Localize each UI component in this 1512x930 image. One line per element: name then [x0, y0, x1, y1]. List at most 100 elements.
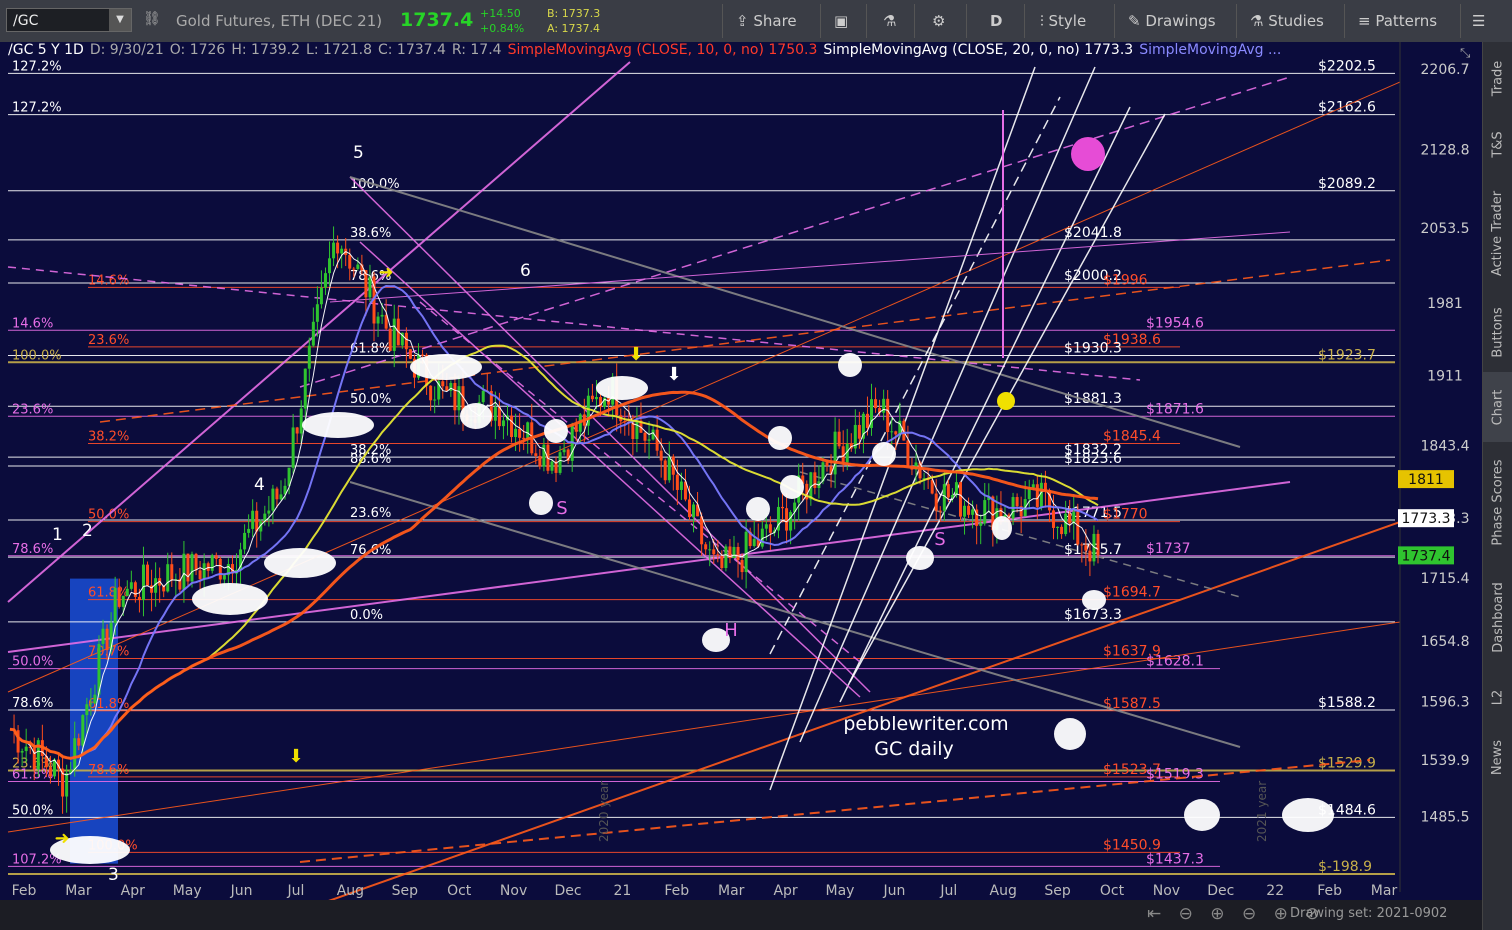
gear-icon[interactable]: ⚙	[932, 12, 945, 30]
pattern-oval	[192, 583, 268, 615]
candle-body	[518, 428, 522, 438]
symbol-text: /GC	[13, 13, 39, 29]
candle-body	[1088, 550, 1092, 562]
candle-body	[890, 431, 894, 433]
pattern-oval	[460, 403, 492, 429]
candle-body	[667, 456, 671, 481]
fib-percent-label: 50.0%	[12, 655, 53, 670]
x-tick-label: Feb	[664, 883, 689, 899]
tab-news[interactable]: News	[1483, 722, 1512, 792]
candle-body	[194, 553, 198, 571]
tab-active-trader[interactable]: Active Trader	[1483, 174, 1512, 292]
candle-body	[275, 488, 279, 500]
fib-percent-label: 23.6%	[12, 402, 53, 417]
symbol-input[interactable]: /GC ▼	[6, 8, 132, 32]
period-button[interactable]: D	[990, 12, 1002, 30]
legend-sma20: SimpleMovingAvg (CLOSE, 20, 0, no) 1773.…	[823, 42, 1134, 58]
fib-level-label: $2162.6	[1318, 100, 1376, 116]
candle-body	[938, 510, 942, 512]
candle-body	[942, 484, 946, 511]
fib-level-label: $1770	[1103, 507, 1148, 523]
candle-body	[210, 555, 214, 571]
pattern-label: S	[556, 498, 567, 519]
candles-icon: ⫶	[1040, 12, 1049, 30]
candle-body	[716, 554, 720, 556]
tab-dashboard[interactable]: Dashboard	[1483, 562, 1512, 672]
patterns-icon: ≡	[1358, 12, 1376, 30]
candle-body	[894, 431, 898, 435]
candle-body	[692, 504, 696, 518]
candle-body	[700, 516, 704, 545]
pattern-oval	[596, 376, 648, 400]
candle-body	[562, 449, 566, 453]
fib-percent-label: 0.0%	[350, 608, 383, 623]
watermark-line-1: pebblewriter.com	[843, 713, 1008, 735]
x-tick-label: Mar	[65, 883, 92, 899]
collapse-icon[interactable]: ⤡	[1460, 46, 1470, 61]
candle-body	[198, 570, 202, 580]
tab-chart[interactable]: Chart	[1483, 372, 1512, 442]
fib-level-label: $2041.8	[1064, 225, 1122, 241]
fib-level-label: $1437.3	[1146, 851, 1204, 867]
x-tick-label: Feb	[1317, 883, 1342, 899]
style-button[interactable]: ⫶ Style	[1040, 12, 1086, 30]
flask-small-icon: ⚗	[1250, 12, 1269, 30]
patterns-button[interactable]: ≡ Patterns	[1358, 12, 1437, 30]
pattern-oval	[992, 516, 1012, 540]
legend-sma10: SimpleMovingAvg (CLOSE, 10, 0, no) 1750.…	[507, 42, 818, 58]
tab-ts[interactable]: T&S	[1483, 114, 1512, 174]
candle-body	[934, 493, 938, 511]
candle-body	[243, 532, 247, 550]
x-tick-label: May	[173, 883, 202, 899]
candle-body	[510, 415, 514, 438]
candle-body	[311, 321, 315, 346]
candle-body	[141, 564, 145, 600]
y-tick-label: 1654.8	[1421, 634, 1470, 650]
candle-body	[481, 390, 485, 403]
fib-level-label: $-198.9	[1318, 859, 1372, 875]
candle-body	[101, 628, 105, 644]
candle-body	[874, 399, 878, 409]
y-tick-label: 2053.5	[1421, 221, 1470, 237]
fib-percent-label: 38.2%	[88, 429, 129, 444]
candle-body	[117, 587, 121, 607]
studies-button[interactable]: ⚗ Studies	[1250, 12, 1324, 30]
fib-percent-label: 23.6%	[88, 333, 129, 348]
x-tick-label: Jun	[882, 883, 905, 899]
candle-body	[687, 499, 691, 518]
link-icon[interactable]: ⛓	[143, 11, 161, 27]
candle-body	[380, 314, 384, 317]
fib-level-label: $1871.6	[1146, 401, 1204, 417]
wave-label: 4	[254, 475, 265, 495]
snapshot-icon[interactable]: ▣	[834, 12, 848, 30]
wave-label: 2	[82, 521, 93, 541]
symbol-dropdown-icon[interactable]: ▼	[109, 9, 131, 31]
candle-body	[77, 738, 81, 746]
menu-icon[interactable]: ☰	[1472, 12, 1485, 30]
share-icon: ⇪	[736, 12, 754, 30]
candle-body	[736, 546, 740, 561]
tab-l2[interactable]: L2	[1483, 672, 1512, 722]
tab-buttons[interactable]: Buttons	[1483, 292, 1512, 372]
legend-symbol: /GC 5 Y 1D	[8, 42, 84, 58]
drawings-button[interactable]: ✎ Drawings	[1128, 12, 1216, 30]
candle-body	[1035, 484, 1039, 507]
tab-trade[interactable]: Trade	[1483, 42, 1512, 114]
x-tick-label: Mar	[1371, 883, 1398, 899]
flask-icon[interactable]: ⚗	[883, 12, 896, 30]
price-badge-label: 1811	[1408, 472, 1444, 488]
fib-level-label: $1519.3	[1146, 766, 1204, 782]
pattern-oval	[410, 354, 482, 380]
right-sidebar: Trade T&S Active Trader Buttons Chart Ph…	[1482, 42, 1512, 930]
share-button[interactable]: ⇪ Share	[736, 12, 797, 30]
candle-body	[105, 628, 109, 651]
tab-phase-scores[interactable]: Phase Scores	[1483, 442, 1512, 562]
fib-level-label: $2089.2	[1318, 176, 1376, 192]
candle-body	[408, 349, 412, 359]
x-tick-label: Jul	[939, 883, 957, 899]
target-marker-small	[997, 392, 1015, 410]
candle-body	[89, 703, 93, 705]
pattern-oval	[838, 353, 862, 377]
price-chart[interactable]: $2162.6127.2%$2089.2100.0%$2041.838.6%$2…	[0, 42, 1482, 900]
bid-price: B: 1737.3	[547, 7, 601, 20]
